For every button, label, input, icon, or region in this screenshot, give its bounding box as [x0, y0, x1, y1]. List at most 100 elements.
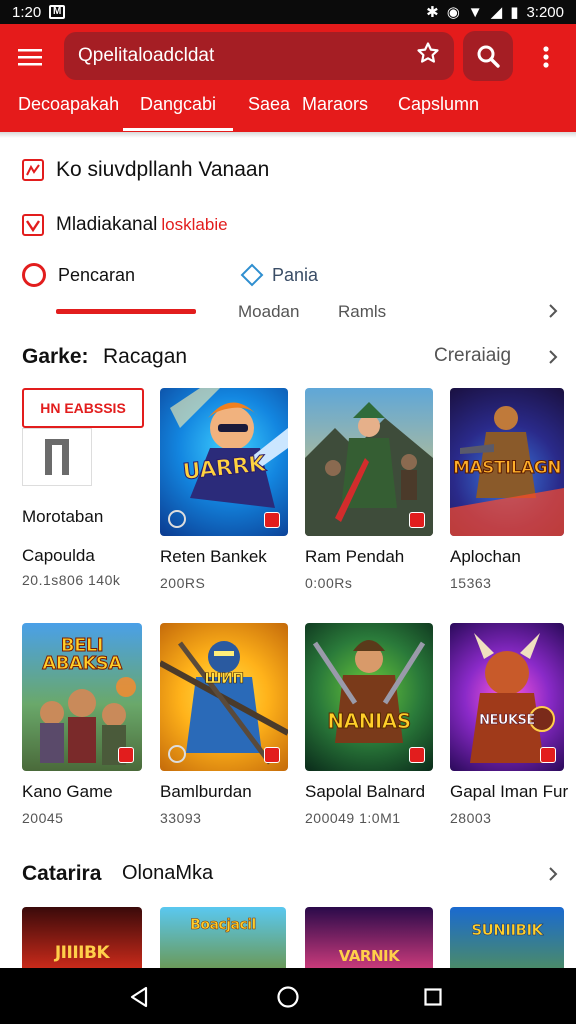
store-badge-icon: [409, 512, 425, 528]
hamburger-icon[interactable]: [0, 24, 60, 90]
progress-underline: [56, 309, 196, 314]
store-badge-icon: [118, 747, 134, 763]
section-action[interactable]: Creraiaig: [434, 345, 511, 367]
store-badge-icon: [264, 512, 280, 528]
section2-title-a: Catarira: [22, 862, 102, 885]
search-query: Qpelitaloadcldat: [78, 45, 215, 66]
active-tab-indicator: [123, 128, 233, 131]
section2-title-b: OlonaMka: [122, 862, 214, 884]
tab-4[interactable]: Maraors: [302, 94, 368, 115]
card-title[interactable]: Capoulda: [22, 546, 95, 566]
search-button[interactable]: [463, 31, 513, 81]
filter-row-2[interactable]: Mladiakanal losklabie: [22, 214, 228, 236]
thumbnail-title: JIIIIBK: [54, 943, 110, 963]
tab-3[interactable]: Saea: [248, 94, 290, 115]
game-thumbnail[interactable]: VARNIK: [305, 907, 433, 968]
status-bar: 1:20 M ✱ ◉ ▼ ◢ ▮ 3:200: [0, 0, 576, 24]
card-sub: 0:00Rs: [305, 575, 353, 591]
card-sub: 20.1s806 140k: [22, 572, 121, 588]
game-card[interactable]: UARRK Reten Bankek 200RS: [160, 388, 288, 591]
tab-bar: Decoapakah Dangcabi Saea Maraors Capslum…: [0, 90, 576, 132]
alarm-icon: ◉: [446, 4, 460, 21]
card-title: Gapal Iman Fur: [450, 782, 569, 801]
app-bar: Qpelitaloadcldat: [0, 24, 576, 90]
filter-row-1[interactable]: Ko siuvdpllanh Vanaan: [22, 158, 269, 182]
tabs-shadow: [0, 132, 576, 138]
back-icon[interactable]: [128, 986, 150, 1008]
battery-icon: ▮: [510, 4, 519, 21]
game-card[interactable]: MASTILAGN Aplochan 15363: [450, 388, 564, 591]
chart-icon: [22, 159, 44, 181]
status-time: 1:20: [12, 3, 42, 21]
filter-row-1-label: Ko siuvdpllanh Vanaan: [56, 158, 270, 181]
game-thumbnail[interactable]: SUNIIBIK: [450, 907, 564, 968]
game-card[interactable]: ШИП Bamlburdan 33093: [160, 623, 288, 826]
wifi-icon: ▼: [467, 3, 483, 21]
card-sub: 28003: [450, 810, 492, 826]
tab-1[interactable]: Decoapakah: [18, 94, 119, 115]
filter-pencaran[interactable]: Pencaran: [22, 263, 135, 287]
thumbnail-title: VARNIK: [338, 947, 400, 965]
filter-pania[interactable]: Pania: [240, 263, 318, 287]
card-title: Aplochan: [450, 547, 521, 566]
status-clock: 3:200: [526, 3, 564, 21]
game-card[interactable]: Ram Pendah 0:00Rs: [305, 388, 433, 591]
signal-icon: ◢: [490, 4, 503, 21]
thumbnail-title: Boacjacil: [190, 917, 257, 934]
tab-2[interactable]: Dangcabi: [140, 94, 216, 115]
rating-icon: [168, 510, 186, 528]
tab-5[interactable]: Capslumn: [398, 94, 479, 115]
game-thumbnail: UARRK: [160, 388, 288, 536]
recents-icon[interactable]: [424, 988, 442, 1006]
card-title: Ram Pendah: [305, 547, 405, 566]
featured-logo: [22, 428, 92, 486]
game-thumbnail: NEUKSE: [450, 623, 564, 771]
card-sub: 200RS: [160, 575, 206, 591]
card-title: Reten Bankek: [160, 547, 267, 566]
thumbnail-title: NEUKSE: [479, 713, 536, 729]
rating-icon: [168, 745, 186, 763]
store-badge-icon: [540, 747, 556, 763]
card-title: Bamlburdan: [160, 782, 252, 801]
chevron-right-icon[interactable]: [546, 350, 560, 364]
card-title: Sapolal Balnard: [305, 782, 426, 801]
thumbnail-title: ШИП: [204, 671, 244, 688]
diamond-icon: [240, 263, 264, 287]
game-thumbnail: NANIAS: [305, 623, 433, 771]
card-sub: 20045: [22, 810, 64, 826]
system-nav-bar: [0, 968, 576, 1024]
check-icon: [22, 214, 44, 236]
thumbnail-title: NANIAS: [327, 709, 412, 734]
featured-badge[interactable]: HN EABSSIS: [22, 388, 144, 428]
card-title: Kano Game: [22, 782, 113, 801]
record-icon: [22, 263, 46, 287]
filter-row-2-label: Mladiakanal: [56, 214, 158, 235]
sub-filter-ramls[interactable]: Ramls: [338, 302, 386, 322]
thumbnail-title: MASTILAGN: [453, 458, 562, 479]
sub-filter-moadan[interactable]: Moadan: [238, 302, 299, 322]
game-thumbnail[interactable]: JIIIIBK: [22, 907, 142, 968]
more-vert-icon[interactable]: [526, 37, 566, 77]
section-title-a: Garke:: [22, 345, 89, 368]
game-card[interactable]: NEUKSE Gapal Iman Fur 28003: [450, 623, 569, 826]
star-icon[interactable]: [416, 41, 440, 71]
filter-row-2-accent: losklabie: [161, 215, 228, 234]
mail-icon: M: [49, 5, 66, 19]
thumbnail-title: BELI ABAKSA: [42, 635, 123, 674]
game-card[interactable]: BELI ABAKSA Kano Game 20045: [22, 623, 142, 826]
search-icon: [477, 45, 500, 68]
card-sub: 15363: [450, 575, 492, 591]
game-thumbnail: ШИП: [160, 623, 288, 771]
chevron-right-icon[interactable]: [546, 304, 560, 318]
game-thumbnail[interactable]: Boacjacil: [160, 907, 286, 968]
filter-pencaran-label: Pencaran: [58, 264, 136, 285]
game-thumbnail: [305, 388, 433, 536]
store-badge-icon: [409, 747, 425, 763]
game-card[interactable]: NANIAS Sapolal Balnard 200049 1:0M1: [305, 623, 433, 826]
game-thumbnail: BELI ABAKSA: [22, 623, 142, 771]
home-icon[interactable]: [276, 985, 300, 1009]
search-input[interactable]: Qpelitaloadcldat: [64, 32, 454, 80]
card-sub: 33093: [160, 810, 202, 826]
featured-label: Morotaban: [22, 507, 104, 526]
chevron-right-icon[interactable]: [546, 867, 560, 881]
